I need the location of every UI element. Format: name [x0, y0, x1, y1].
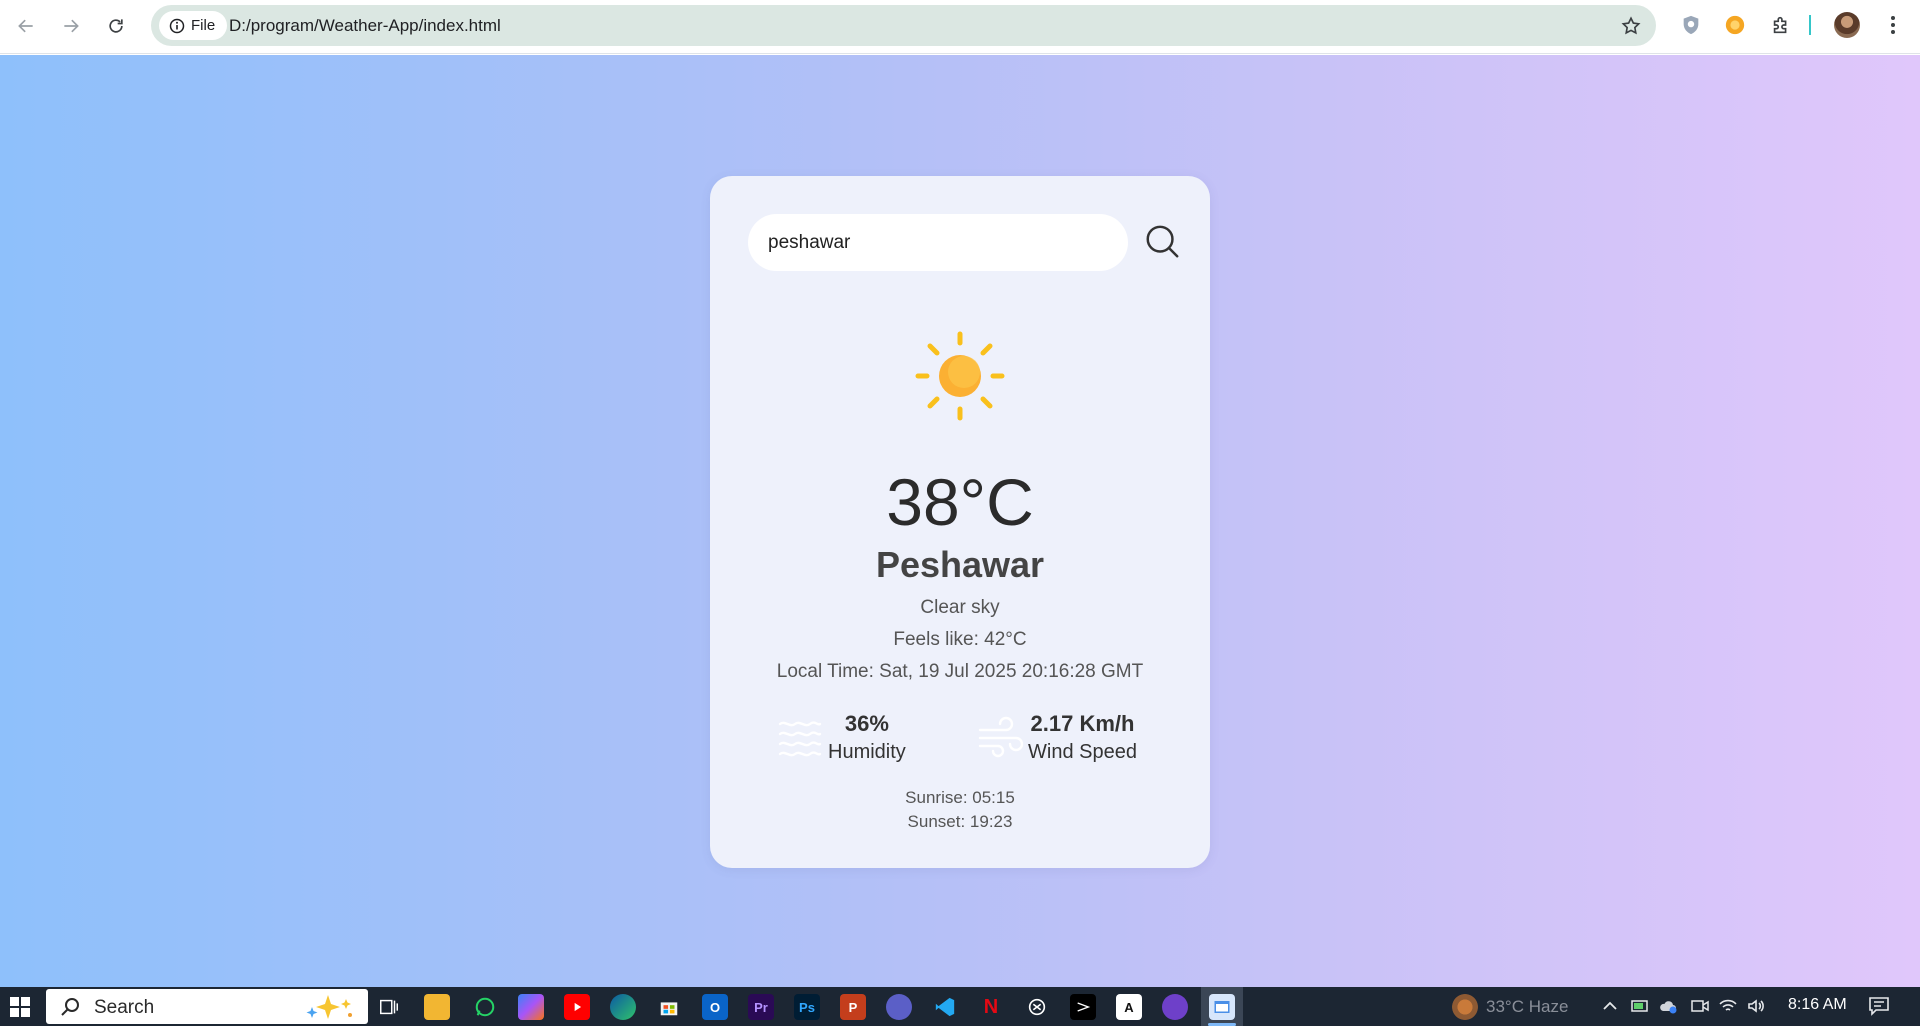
- wind-text: 2.17 Km/h Wind Speed: [1028, 710, 1137, 766]
- taskbar-clock[interactable]: 8:16 AM: [1788, 996, 1847, 1014]
- temperature: 38°C: [886, 465, 1034, 539]
- site-info-chip[interactable]: File: [159, 11, 228, 40]
- start-logo-pane: [21, 997, 30, 1006]
- local-time: Local Time: Sat, 19 Jul 2025 20:16:28 GM…: [776, 661, 1144, 682]
- menu-dot: [1891, 16, 1895, 20]
- humidity-text: 36% Humidity: [828, 710, 906, 766]
- copilot-icon[interactable]: [518, 994, 544, 1020]
- haze-icon: [1452, 994, 1478, 1020]
- browser-menu-button[interactable]: [1880, 12, 1906, 38]
- url-text[interactable]: D:/program/Weather-App/index.html: [229, 16, 501, 36]
- premiere-pro-icon[interactable]: Pr: [748, 994, 774, 1020]
- reload-icon: [109, 19, 123, 33]
- github-desktop-icon[interactable]: [1162, 994, 1188, 1020]
- orange-extension-icon[interactable]: [1722, 12, 1748, 38]
- shield-extension-icon[interactable]: [1678, 12, 1704, 38]
- humidity-waves-icon: [778, 721, 822, 757]
- reload-button[interactable]: [100, 10, 132, 42]
- city-name: Peshawar: [875, 544, 1045, 585]
- arrow-left-icon: [18, 19, 33, 33]
- microsoft-store-icon[interactable]: [656, 994, 682, 1020]
- site-chip-label: File: [191, 17, 216, 34]
- start-logo-pane: [21, 1008, 30, 1017]
- photoshop-icon[interactable]: Ps: [794, 994, 820, 1020]
- chatgpt-icon[interactable]: [1024, 994, 1050, 1020]
- bookmark-star-icon[interactable]: [1620, 15, 1642, 37]
- profile-avatar[interactable]: [1834, 12, 1860, 38]
- humidity-value: 36%: [844, 711, 889, 736]
- start-logo-pane: [10, 1008, 19, 1017]
- wind-value: 2.17 Km/h: [1030, 711, 1135, 736]
- forward-button[interactable]: [55, 10, 87, 42]
- task-view-icon[interactable]: [376, 994, 402, 1020]
- weather-card: 38°C Peshawar Clear sky Feels like: 42°C…: [710, 176, 1210, 868]
- taskbar-search-box[interactable]: Search: [46, 989, 368, 1024]
- battery-charging-icon[interactable]: [1630, 996, 1650, 1016]
- address-bar[interactable]: File D:/program/Weather-App/index.html: [151, 5, 1656, 46]
- outlook-icon[interactable]: O: [702, 994, 728, 1020]
- wind-stat: 2.17 Km/h Wind Speed: [976, 710, 1137, 766]
- weather-description: Clear sky: [920, 597, 1000, 618]
- page-background: 38°C Peshawar Clear sky Feels like: 42°C…: [0, 55, 1920, 987]
- claude-icon[interactable]: A: [1116, 994, 1142, 1020]
- windows-start-icon[interactable]: [10, 997, 30, 1017]
- search-button[interactable]: [1136, 216, 1188, 268]
- camera-icon[interactable]: [1690, 996, 1710, 1016]
- sunrise-time: Sunrise: 05:15: [905, 788, 1015, 807]
- netflix-icon[interactable]: N: [978, 994, 1004, 1020]
- youtube-icon[interactable]: [564, 994, 590, 1020]
- wind-icon: [978, 716, 1024, 758]
- start-logo-pane: [10, 997, 19, 1006]
- extensions-puzzle-icon[interactable]: [1768, 12, 1794, 38]
- capcut-icon[interactable]: [1070, 994, 1096, 1020]
- sparkle-icon: [306, 995, 352, 1019]
- wifi-icon[interactable]: [1718, 996, 1738, 1016]
- toolbar-separator: [1809, 15, 1811, 35]
- weather-app-browser-icon[interactable]: [1209, 994, 1235, 1020]
- back-button[interactable]: [10, 10, 42, 42]
- feels-like: Feels like: 42°C: [893, 629, 1027, 650]
- teams-icon[interactable]: [886, 994, 912, 1020]
- file-explorer-icon[interactable]: [424, 994, 450, 1020]
- humidity-label: Humidity: [828, 741, 906, 763]
- city-search-input[interactable]: [748, 214, 1128, 271]
- menu-dot: [1891, 23, 1895, 27]
- browser-toolbar: File D:/program/Weather-App/index.html: [0, 0, 1920, 54]
- menu-dot: [1891, 30, 1895, 34]
- arrow-right-icon: [64, 19, 79, 33]
- whatsapp-icon[interactable]: [472, 994, 498, 1020]
- volume-icon[interactable]: [1746, 996, 1766, 1016]
- info-icon: [169, 18, 185, 33]
- sun-icon: [915, 331, 1005, 421]
- search-icon: [1146, 225, 1179, 258]
- edge-icon[interactable]: [610, 994, 636, 1020]
- windows-taskbar: Search O Pr Ps P N A 33°C Haze 8:16 AM: [0, 987, 1920, 1026]
- search-icon: [61, 998, 79, 1016]
- notification-icon[interactable]: [1868, 996, 1890, 1016]
- sunset-time: Sunset: 19:23: [907, 812, 1013, 831]
- onedrive-cloud-icon[interactable]: [1658, 996, 1678, 1016]
- chevron-up-icon[interactable]: [1600, 996, 1620, 1016]
- taskbar-weather-text: 33°C Haze: [1486, 997, 1569, 1016]
- wind-label: Wind Speed: [1028, 741, 1137, 763]
- taskbar-search-label: Search: [94, 997, 155, 1018]
- humidity-stat: 36% Humidity: [776, 710, 906, 766]
- vs-code-icon[interactable]: [932, 994, 958, 1020]
- sun-times: Sunrise: 05:15 Sunset: 19:23: [710, 786, 1210, 834]
- powerpoint-icon[interactable]: P: [840, 994, 866, 1020]
- taskbar-weather-widget[interactable]: 33°C Haze: [1452, 993, 1568, 1021]
